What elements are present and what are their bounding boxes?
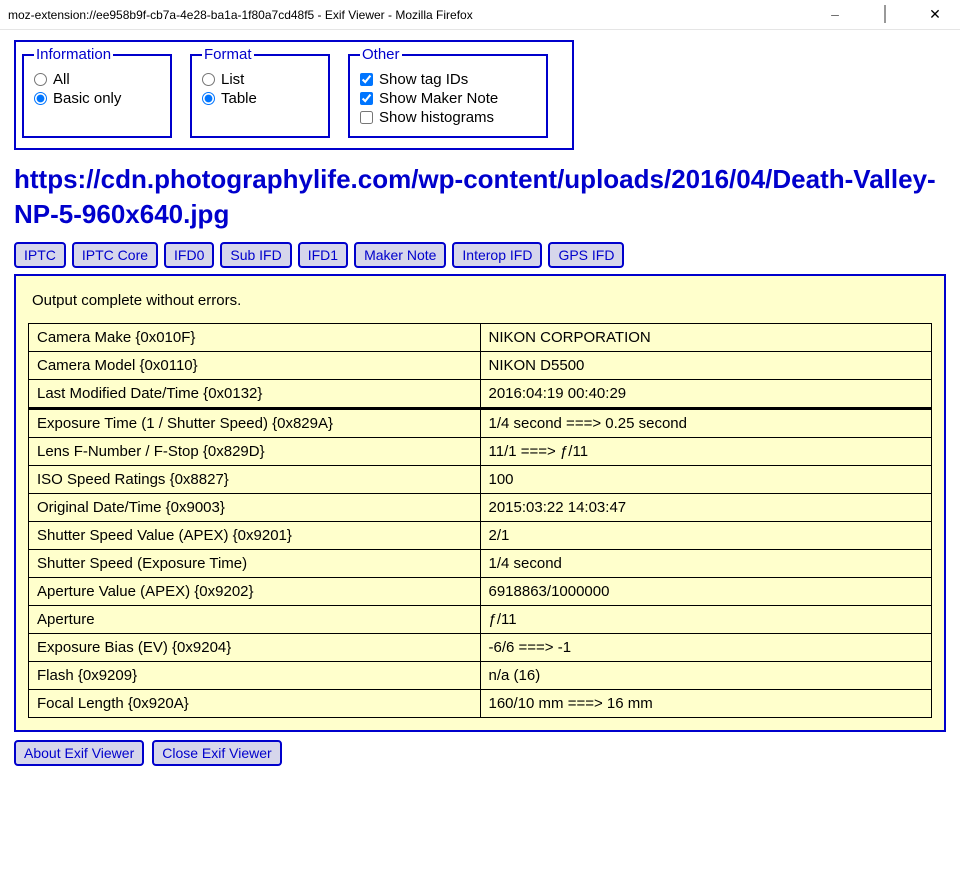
window-minimize-icon[interactable] bbox=[820, 6, 850, 23]
exif-tag-label: Lens F-Number / F-Stop {0x829D} bbox=[29, 438, 481, 466]
show-histograms-label: Show histograms bbox=[379, 109, 494, 126]
exif-tag-label: Camera Model {0x0110} bbox=[29, 352, 481, 380]
exif-tag-value: 2016:04:19 00:40:29 bbox=[480, 380, 932, 409]
table-row: Original Date/Time {0x9003}2015:03:22 14… bbox=[29, 494, 932, 522]
show-tagids-label: Show tag IDs bbox=[379, 71, 468, 88]
window-titlebar: moz-extension://ee958b9f-cb7a-4e28-ba1a-… bbox=[0, 0, 960, 30]
close-button[interactable]: Close Exif Viewer bbox=[152, 740, 281, 766]
format-table-option[interactable]: Table bbox=[202, 90, 318, 107]
exif-tag-label: Flash {0x9209} bbox=[29, 662, 481, 690]
information-group: Information All Basic only bbox=[22, 46, 172, 138]
nav-iptc-core-button[interactable]: IPTC Core bbox=[72, 242, 158, 268]
show-histograms-option[interactable]: Show histograms bbox=[360, 109, 536, 126]
show-tagids-checkbox[interactable] bbox=[360, 73, 373, 86]
information-basic-radio[interactable] bbox=[34, 92, 47, 105]
format-group: Format List Table bbox=[190, 46, 330, 138]
table-row: Flash {0x9209}n/a (16) bbox=[29, 662, 932, 690]
nav-ifd1-button[interactable]: IFD1 bbox=[298, 242, 348, 268]
exif-tag-value: 100 bbox=[480, 466, 932, 494]
exif-tag-value: NIKON D5500 bbox=[480, 352, 932, 380]
exif-tag-label: Shutter Speed (Exposure Time) bbox=[29, 550, 481, 578]
format-list-radio[interactable] bbox=[202, 73, 215, 86]
show-makernote-label: Show Maker Note bbox=[379, 90, 498, 107]
information-all-radio[interactable] bbox=[34, 73, 47, 86]
about-button[interactable]: About Exif Viewer bbox=[14, 740, 144, 766]
exif-table: Camera Make {0x010F}NIKON CORPORATIONCam… bbox=[28, 323, 932, 718]
table-row: Last Modified Date/Time {0x0132}2016:04:… bbox=[29, 380, 932, 409]
section-nav: IPTCIPTC CoreIFD0Sub IFD IFD1Maker NoteIn… bbox=[14, 242, 946, 268]
show-histograms-checkbox[interactable] bbox=[360, 111, 373, 124]
nav-maker-note-button[interactable]: Maker Note bbox=[354, 242, 446, 268]
nav-interop-ifd-button[interactable]: Interop IFD bbox=[452, 242, 542, 268]
nav-ifd0-button[interactable]: IFD0 bbox=[164, 242, 214, 268]
nav-sub-ifd-button[interactable]: Sub IFD bbox=[220, 242, 291, 268]
exif-tag-value: n/a (16) bbox=[480, 662, 932, 690]
table-row: Camera Model {0x0110}NIKON D5500 bbox=[29, 352, 932, 380]
exif-tag-value: 1/4 second bbox=[480, 550, 932, 578]
show-tagids-option[interactable]: Show tag IDs bbox=[360, 71, 536, 88]
nav-iptc-button[interactable]: IPTC bbox=[14, 242, 66, 268]
nav-gps-ifd-button[interactable]: GPS IFD bbox=[548, 242, 624, 268]
exif-tag-label: Camera Make {0x010F} bbox=[29, 324, 481, 352]
other-group: Other Show tag IDs Show Maker Note Show … bbox=[348, 46, 548, 138]
table-row: Exposure Time (1 / Shutter Speed) {0x829… bbox=[29, 409, 932, 438]
exif-tag-value: 6918863/1000000 bbox=[480, 578, 932, 606]
window-controls bbox=[820, 6, 950, 23]
exif-tag-value: 160/10 mm ===> 16 mm bbox=[480, 690, 932, 718]
exif-tag-value: 11/1 ===> ƒ/11 bbox=[480, 438, 932, 466]
information-basic-label: Basic only bbox=[53, 90, 121, 107]
format-list-label: List bbox=[221, 71, 244, 88]
show-makernote-option[interactable]: Show Maker Note bbox=[360, 90, 536, 107]
table-row: Focal Length {0x920A}160/10 mm ===> 16 m… bbox=[29, 690, 932, 718]
exif-tag-label: Shutter Speed Value (APEX) {0x9201} bbox=[29, 522, 481, 550]
exif-tag-value: ƒ/11 bbox=[480, 606, 932, 634]
options-panel: Information All Basic only Format List T… bbox=[14, 40, 574, 150]
table-row: Shutter Speed (Exposure Time)1/4 second bbox=[29, 550, 932, 578]
information-legend: Information bbox=[34, 46, 113, 63]
exif-tag-value: 2015:03:22 14:03:47 bbox=[480, 494, 932, 522]
show-makernote-checkbox[interactable] bbox=[360, 92, 373, 105]
table-row: ISO Speed Ratings {0x8827}100 bbox=[29, 466, 932, 494]
output-panel: Output complete without errors. Camera M… bbox=[14, 274, 946, 732]
format-legend: Format bbox=[202, 46, 254, 63]
format-table-label: Table bbox=[221, 90, 257, 107]
information-all-label: All bbox=[53, 71, 70, 88]
table-row: Lens F-Number / F-Stop {0x829D}11/1 ===>… bbox=[29, 438, 932, 466]
information-basic-option[interactable]: Basic only bbox=[34, 90, 160, 107]
exif-tag-value: -6/6 ===> -1 bbox=[480, 634, 932, 662]
exif-tag-label: Exposure Time (1 / Shutter Speed) {0x829… bbox=[29, 409, 481, 438]
image-url-heading: https://cdn.photographylife.com/wp-conte… bbox=[14, 162, 946, 232]
table-row: Camera Make {0x010F}NIKON CORPORATION bbox=[29, 324, 932, 352]
exif-tag-label: Original Date/Time {0x9003} bbox=[29, 494, 481, 522]
exif-tag-label: Aperture bbox=[29, 606, 481, 634]
format-list-option[interactable]: List bbox=[202, 71, 318, 88]
status-text: Output complete without errors. bbox=[32, 292, 928, 309]
exif-tag-label: Exposure Bias (EV) {0x9204} bbox=[29, 634, 481, 662]
table-row: Exposure Bias (EV) {0x9204}-6/6 ===> -1 bbox=[29, 634, 932, 662]
other-legend: Other bbox=[360, 46, 402, 63]
exif-tag-label: Last Modified Date/Time {0x0132} bbox=[29, 380, 481, 409]
information-all-option[interactable]: All bbox=[34, 71, 160, 88]
table-row: Shutter Speed Value (APEX) {0x9201}2/1 bbox=[29, 522, 932, 550]
table-row: Aperture Value (APEX) {0x9202}6918863/10… bbox=[29, 578, 932, 606]
window-maximize-icon[interactable] bbox=[870, 6, 900, 23]
exif-tag-value: NIKON CORPORATION bbox=[480, 324, 932, 352]
window-close-icon[interactable] bbox=[920, 6, 950, 23]
exif-tag-label: Aperture Value (APEX) {0x9202} bbox=[29, 578, 481, 606]
exif-tag-label: Focal Length {0x920A} bbox=[29, 690, 481, 718]
format-table-radio[interactable] bbox=[202, 92, 215, 105]
table-row: Apertureƒ/11 bbox=[29, 606, 932, 634]
exif-tag-label: ISO Speed Ratings {0x8827} bbox=[29, 466, 481, 494]
window-title: moz-extension://ee958b9f-cb7a-4e28-ba1a-… bbox=[8, 8, 820, 22]
exif-tag-value: 1/4 second ===> 0.25 second bbox=[480, 409, 932, 438]
exif-tag-value: 2/1 bbox=[480, 522, 932, 550]
